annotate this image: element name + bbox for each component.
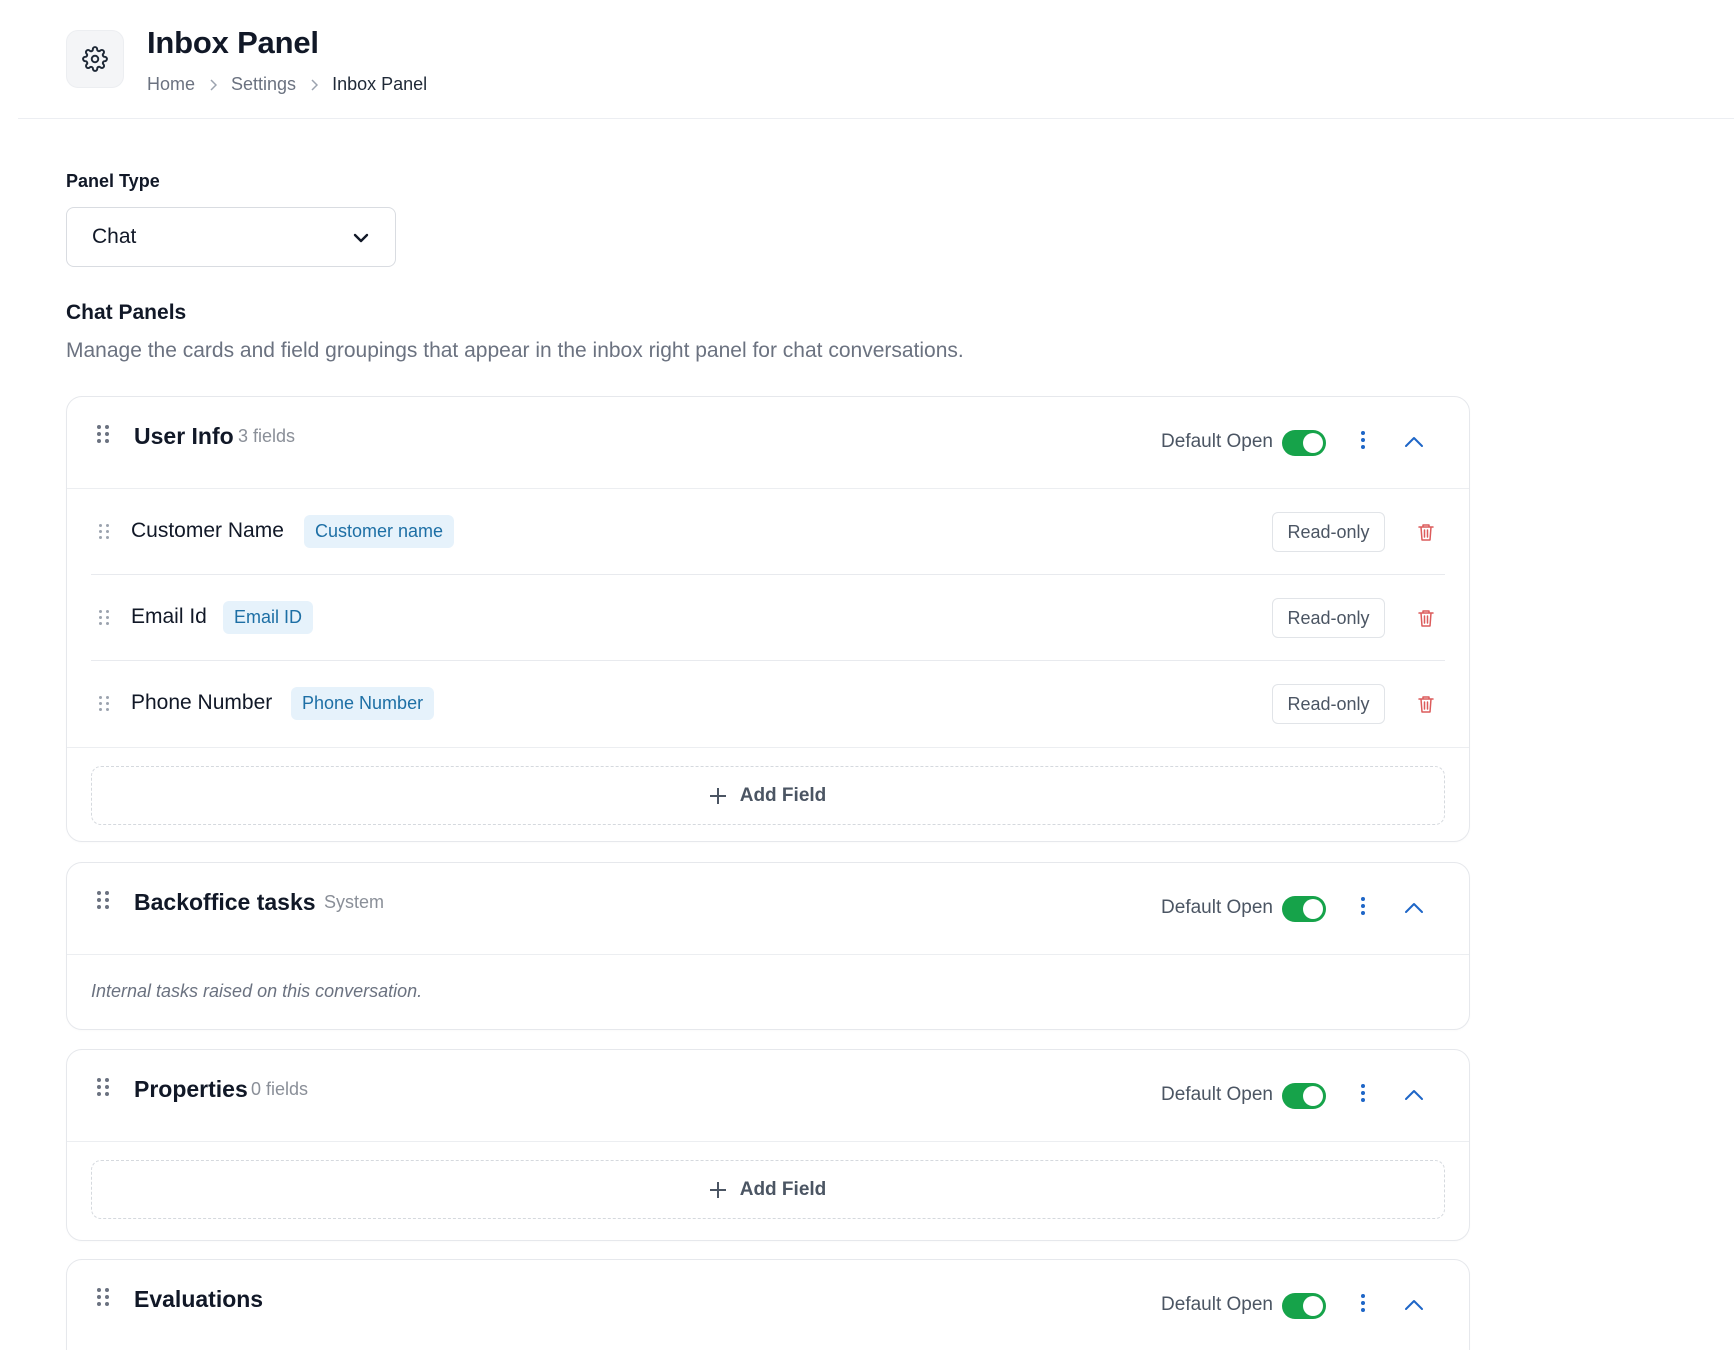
breadcrumb-home[interactable]: Home <box>147 74 195 95</box>
panel-type-select[interactable]: Chat <box>66 207 396 267</box>
trash-icon[interactable] <box>1417 694 1435 714</box>
plus-icon <box>709 787 726 804</box>
card-title: Backoffice tasks <box>134 889 316 915</box>
card-header: Backoffice tasks System Default Open <box>67 863 1469 955</box>
card-title: Evaluations <box>134 1286 264 1312</box>
card-header: User Info 3 fields Default Open <box>67 397 1469 489</box>
chevron-up-icon[interactable] <box>1403 1088 1425 1102</box>
drag-handle-icon[interactable] <box>99 696 109 711</box>
page-title: Inbox Panel <box>147 25 319 60</box>
chevron-up-icon[interactable] <box>1403 435 1425 449</box>
read-only-button[interactable]: Read-only <box>1272 512 1385 552</box>
card-title: User Info <box>134 423 234 449</box>
add-field-button[interactable]: Add Field <box>91 766 1445 825</box>
default-open-label: Default Open <box>1161 1294 1273 1315</box>
default-open-label: Default Open <box>1161 1084 1273 1105</box>
chevron-right-icon <box>310 78 319 91</box>
chevron-down-icon <box>353 225 369 249</box>
plus-icon <box>709 1181 726 1198</box>
card-description: Internal tasks raised on this conversati… <box>67 955 1469 1030</box>
drag-handle-icon[interactable] <box>97 1078 109 1096</box>
breadcrumb-settings[interactable]: Settings <box>231 74 296 95</box>
card-field-count: 0 fields <box>251 1079 309 1099</box>
panel-card-user-info: User Info 3 fields Default Open Customer… <box>66 396 1470 842</box>
field-name: Phone Number <box>131 691 273 714</box>
trash-icon[interactable] <box>1417 608 1435 628</box>
default-open-toggle[interactable] <box>1282 1293 1326 1319</box>
field-row: Customer Name Customer name Read-only <box>91 489 1445 575</box>
default-open-label: Default Open <box>1161 431 1273 452</box>
drag-handle-icon[interactable] <box>97 425 109 443</box>
more-options-icon[interactable] <box>1360 897 1366 915</box>
card-system-badge: System <box>324 892 385 912</box>
breadcrumb: Home Settings Inbox Panel <box>147 74 427 95</box>
card-title: Properties <box>134 1076 248 1102</box>
drag-handle-icon[interactable] <box>97 1288 109 1306</box>
field-name: Customer Name <box>131 519 284 542</box>
field-row: Phone Number Phone Number Read-only <box>91 661 1445 747</box>
more-options-icon[interactable] <box>1360 431 1366 449</box>
card-header: Evaluations Default Open <box>67 1260 1469 1350</box>
add-field-label: Add Field <box>739 784 827 806</box>
trash-icon[interactable] <box>1417 522 1435 542</box>
chevron-up-icon[interactable] <box>1403 1298 1425 1312</box>
default-open-toggle[interactable] <box>1282 430 1326 456</box>
card-header: Properties 0 fields Default Open <box>67 1050 1469 1142</box>
section-title: Chat Panels <box>66 301 187 324</box>
drag-handle-icon[interactable] <box>99 610 109 625</box>
chevron-right-icon <box>209 78 218 91</box>
field-row: Email Id Email ID Read-only <box>91 575 1445 661</box>
chevron-up-icon[interactable] <box>1403 901 1425 915</box>
field-name: Email Id <box>131 605 207 628</box>
card-field-count: 3 fields <box>238 426 296 446</box>
page-header: Inbox Panel Home Settings Inbox Panel <box>18 0 1734 119</box>
read-only-button[interactable]: Read-only <box>1272 684 1385 724</box>
panel-card-evaluations: Evaluations Default Open <box>66 1259 1470 1350</box>
default-open-toggle[interactable] <box>1282 1083 1326 1109</box>
more-options-icon[interactable] <box>1360 1294 1366 1312</box>
more-options-icon[interactable] <box>1360 1084 1366 1102</box>
panel-type-label: Panel Type <box>66 171 160 191</box>
gear-icon <box>66 30 124 88</box>
drag-handle-icon[interactable] <box>99 524 109 539</box>
field-tag: Phone Number <box>291 687 435 720</box>
default-open-label: Default Open <box>1161 897 1273 918</box>
add-field-zone: Add Field <box>67 1142 1469 1240</box>
add-field-label: Add Field <box>739 1178 827 1200</box>
section-description: Manage the cards and field groupings tha… <box>66 339 964 362</box>
breadcrumb-current: Inbox Panel <box>332 74 428 94</box>
panel-card-properties: Properties 0 fields Default Open Add Fie… <box>66 1049 1470 1241</box>
default-open-toggle[interactable] <box>1282 896 1326 922</box>
panel-card-backoffice-tasks: Backoffice tasks System Default Open Int… <box>66 862 1470 1030</box>
card-description-text: Internal tasks raised on this conversati… <box>91 981 423 1001</box>
drag-handle-icon[interactable] <box>97 891 109 909</box>
add-field-zone: Add Field <box>67 747 1469 845</box>
field-tag: Email ID <box>223 601 314 634</box>
add-field-button[interactable]: Add Field <box>91 1160 1445 1219</box>
field-tag: Customer name <box>304 515 455 548</box>
read-only-button[interactable]: Read-only <box>1272 598 1385 638</box>
panel-type-value: Chat <box>92 225 137 248</box>
